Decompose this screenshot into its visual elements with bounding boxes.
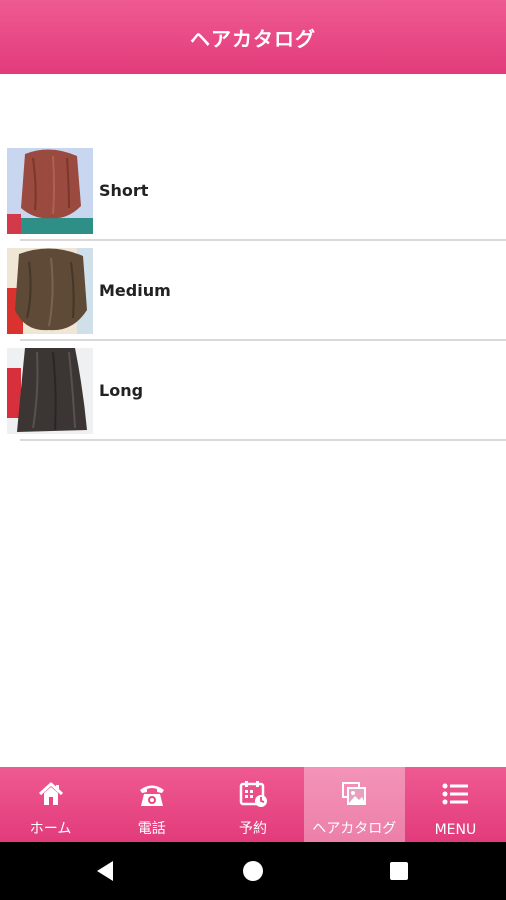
catalog-item-short[interactable]: Short — [0, 140, 506, 241]
catalog-list: Short Medium Long — [0, 140, 506, 441]
tab-phone[interactable]: 電話 — [101, 767, 202, 842]
tab-hair-catalog[interactable]: ヘアカタログ — [303, 767, 405, 842]
catalog-item-label: Short — [99, 181, 149, 200]
short-hair-thumbnail — [7, 148, 93, 234]
back-triangle-icon — [97, 861, 113, 881]
recents-square-icon — [390, 862, 408, 880]
catalog-item-label: Long — [99, 381, 144, 400]
phone-icon — [139, 785, 164, 806]
page-title: ヘアカタログ — [190, 26, 316, 51]
calendar-icon — [239, 781, 267, 807]
tab-label: ヘアカタログ — [312, 821, 397, 837]
tab-home[interactable]: ホーム — [0, 767, 101, 842]
home-circle-icon — [243, 861, 263, 881]
tab-label: ホーム — [29, 821, 72, 837]
long-hair-thumbnail — [7, 348, 93, 434]
back-button[interactable] — [75, 842, 135, 900]
medium-hair-thumbnail — [7, 248, 93, 334]
home-system-button[interactable] — [223, 842, 283, 900]
tab-label: 予約 — [239, 821, 267, 837]
tab-label: 電話 — [137, 821, 166, 837]
recents-button[interactable] — [369, 842, 429, 900]
tab-label: MENU — [434, 822, 477, 838]
catalog-item-medium[interactable]: Medium — [0, 240, 506, 341]
home-icon — [38, 782, 63, 805]
app-header: ヘアカタログ — [0, 0, 506, 74]
catalog-item-long[interactable]: Long — [0, 340, 506, 441]
catalog-item-label: Medium — [99, 281, 171, 300]
bottom-tab-bar: ホーム 電話 予約 ヘアカタログ MENU — [0, 767, 506, 842]
gallery-icon — [342, 782, 367, 805]
system-navigation-bar — [0, 842, 506, 900]
menu-list-icon — [442, 783, 469, 805]
tab-reservation[interactable]: 予約 — [202, 767, 303, 842]
tab-menu[interactable]: MENU — [405, 767, 506, 842]
divider — [20, 439, 506, 441]
